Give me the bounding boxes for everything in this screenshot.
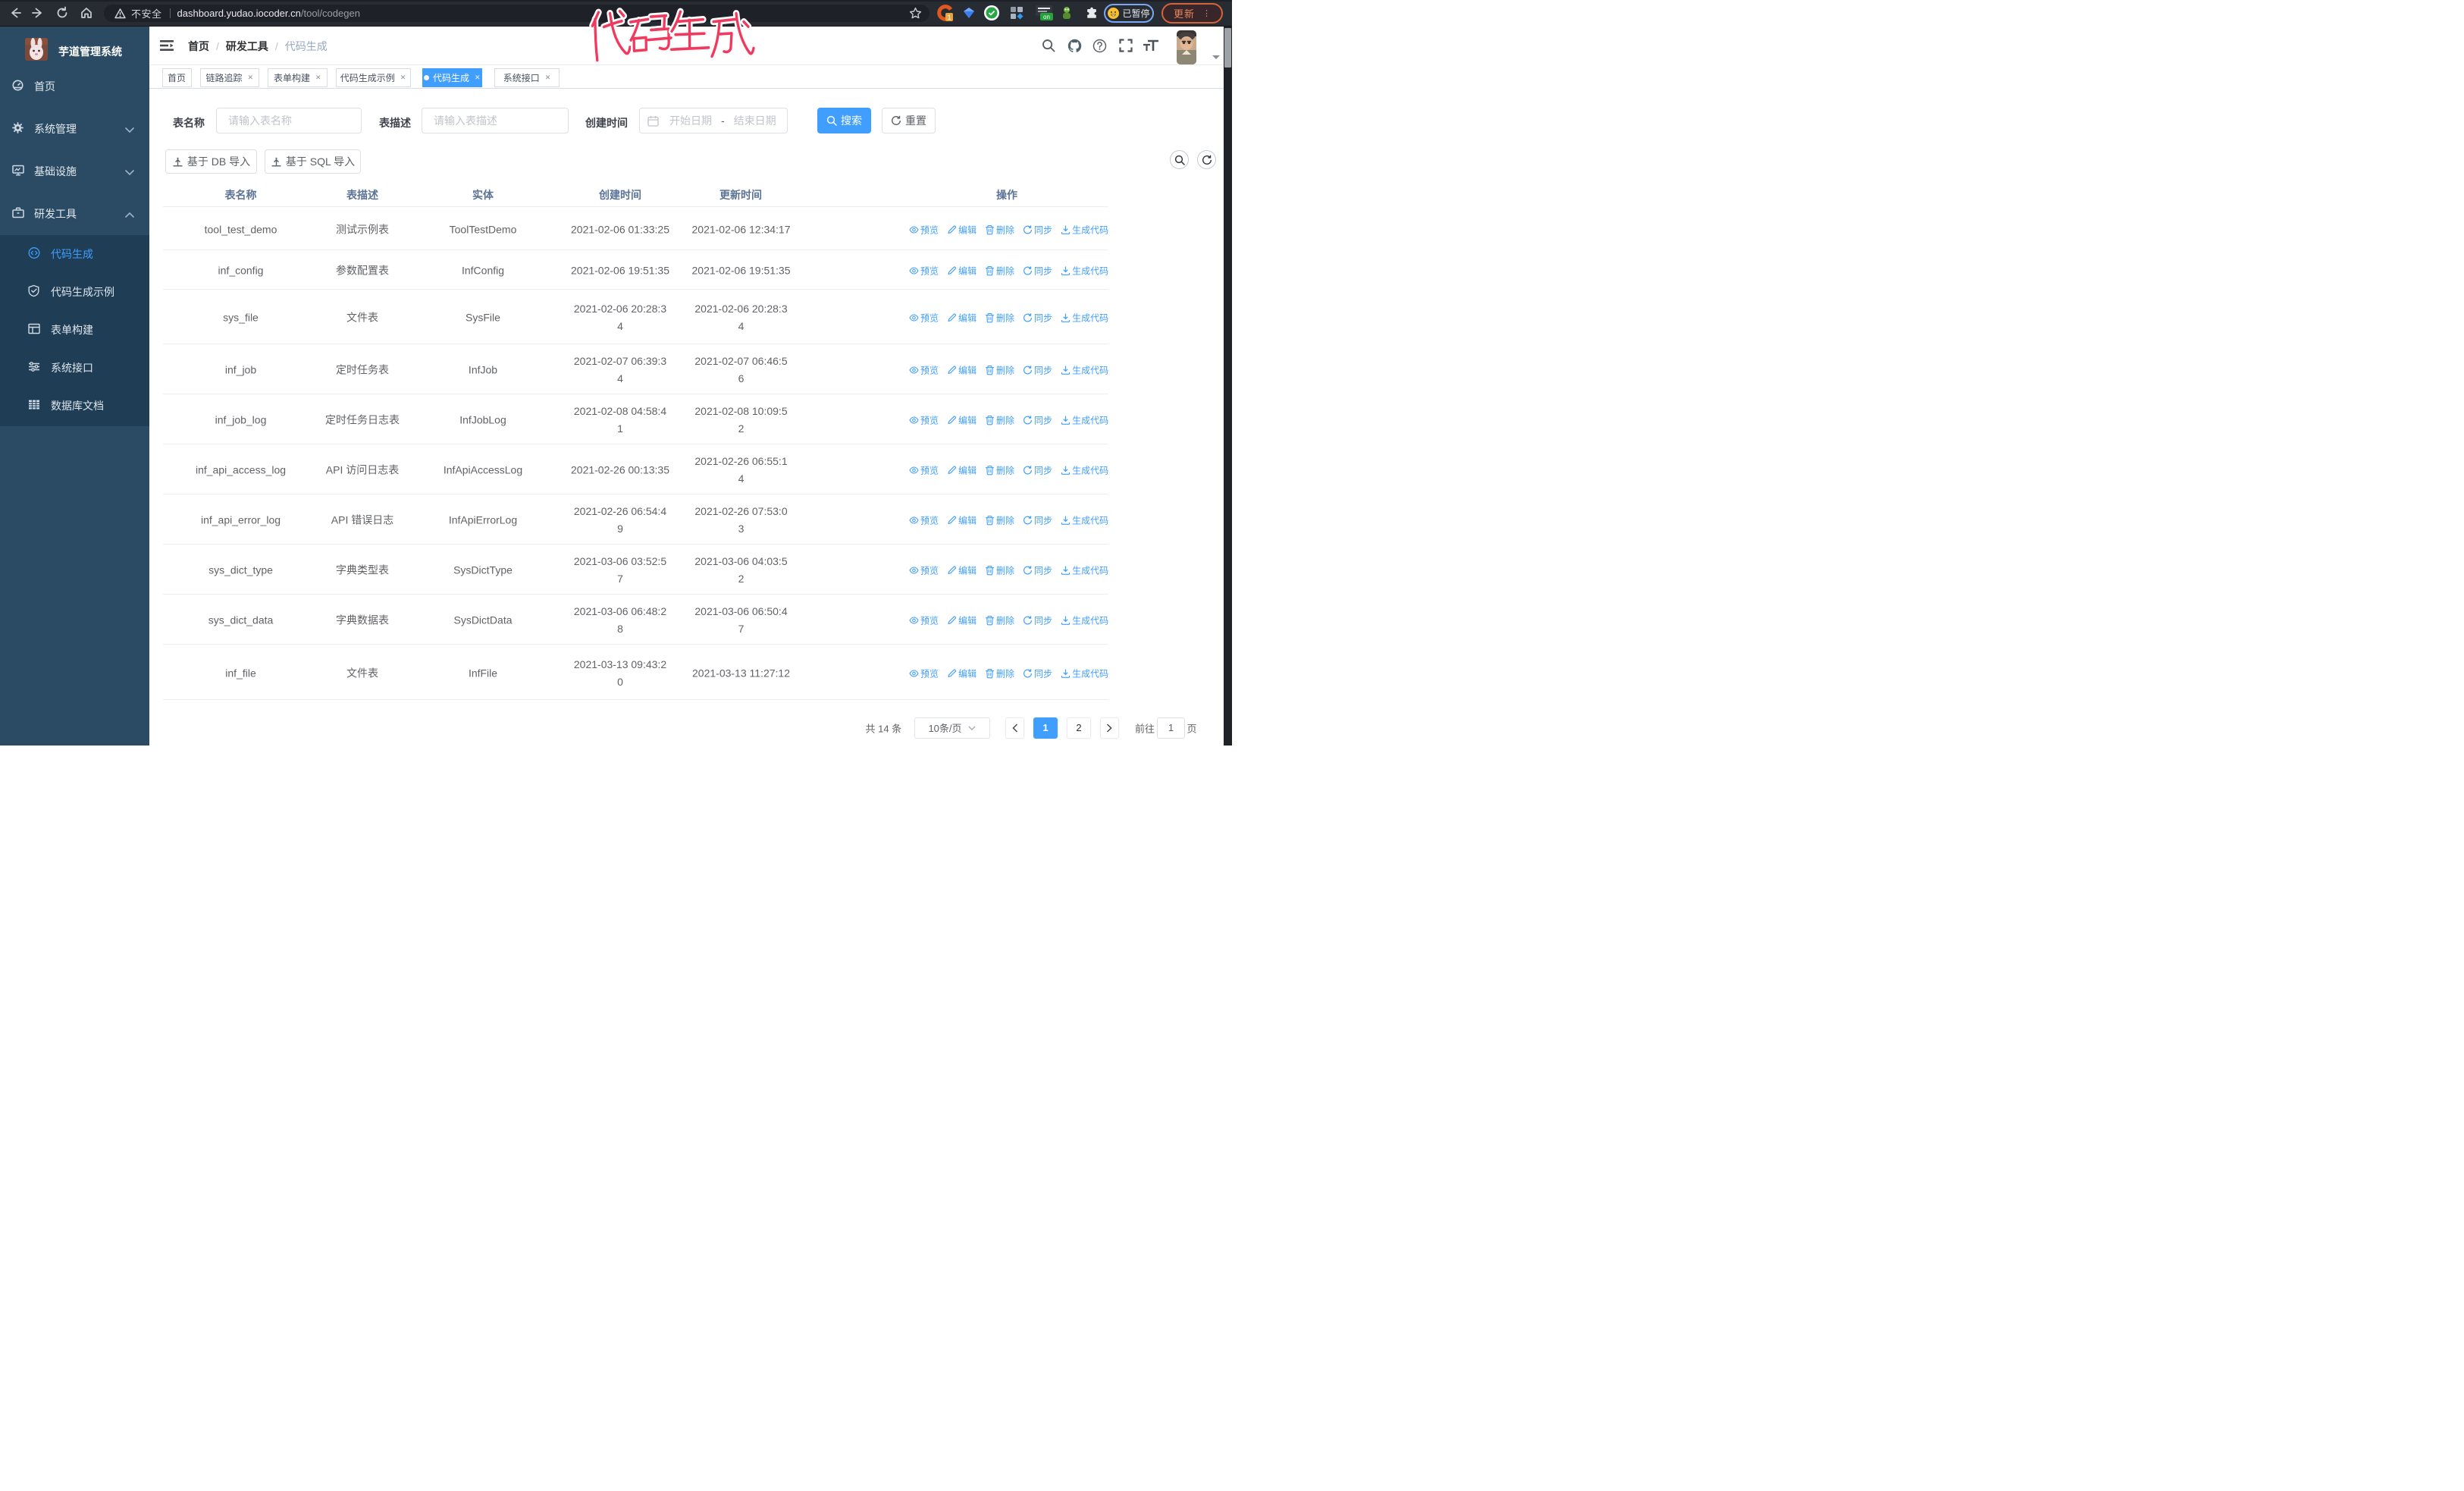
svg-text:1: 1: [947, 14, 951, 21]
svg-text:on: on: [1043, 14, 1050, 20]
